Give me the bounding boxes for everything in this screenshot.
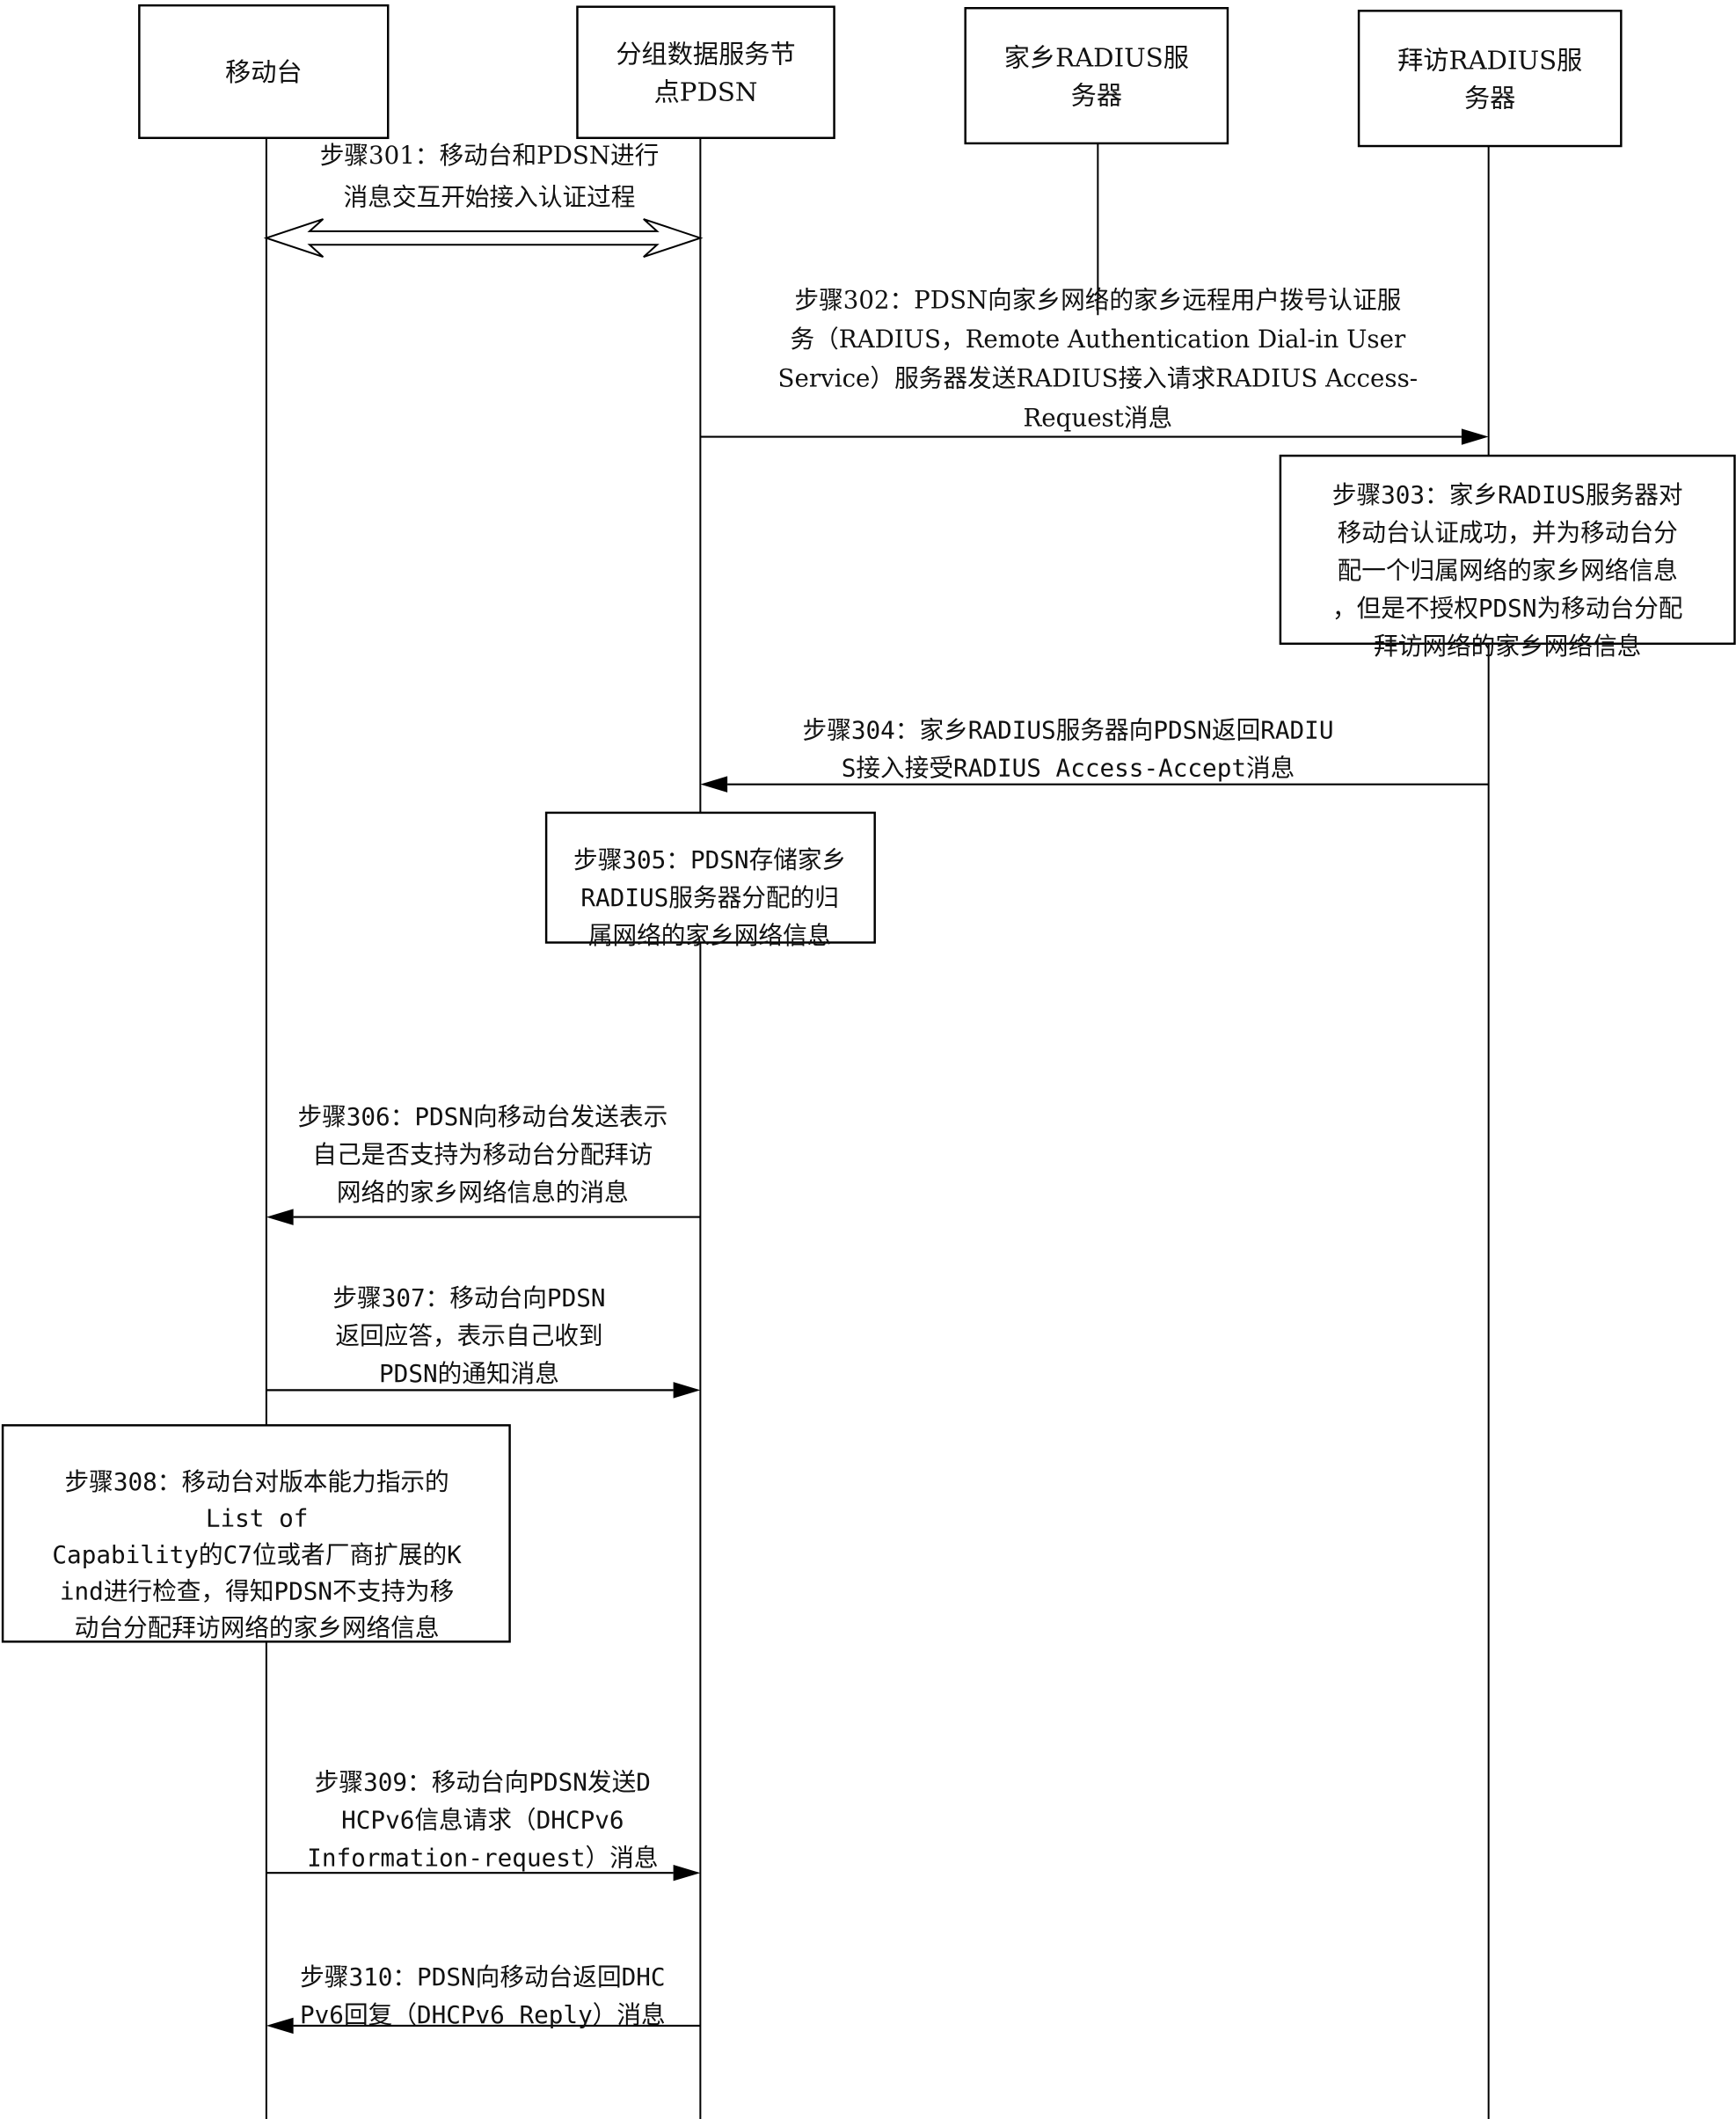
actor-label: 务器: [1071, 80, 1122, 110]
step-label: List of: [206, 1504, 309, 1533]
actor-label: 移动台: [225, 57, 303, 87]
step-label: Service）服务器发送RADIUS接入请求RADIUS Access-: [778, 364, 1419, 393]
step-label: 步骤309：移动台向PDSN发送D: [315, 1767, 651, 1796]
actor-box: [576, 5, 835, 140]
step-label: HCPv6信息请求（DHCPv6: [341, 1805, 624, 1834]
step-label: RADIUS服务器分配的归: [580, 883, 839, 912]
step-label: 步骤304：家乡RADIUS服务器向PDSN返回RADIU: [803, 715, 1334, 744]
step-label: 务（RADIUS，Remote Authentication Dial-in U…: [790, 325, 1406, 354]
step-label: 拜访网络的家乡网络信息: [1374, 632, 1641, 661]
actor-pdsn: 分组数据服务节点PDSN: [576, 5, 835, 140]
step-label: 网络的家乡网络信息的消息: [337, 1178, 629, 1207]
note-box: [1, 1424, 511, 1643]
actor-home: 家乡RADIUS服务器: [964, 6, 1229, 145]
step-label: PDSN的通知消息: [379, 1359, 559, 1388]
step-label: 步骤302：PDSN向家乡网络的家乡远程用户拨号认证服: [794, 286, 1401, 315]
actor-label: 拜访RADIUS服: [1397, 45, 1582, 75]
step-label: 返回应答，表示自己收到: [335, 1321, 602, 1350]
step-label: 步骤306：PDSN向移动台发送表示: [297, 1102, 667, 1131]
step-label: Pv6回复（DHCPv6 Reply）消息: [300, 2000, 666, 2029]
step-label: 移动台认证成功，并为移动台分: [1338, 518, 1678, 547]
step-label: S接入接受RADIUS Access-Accept消息: [842, 753, 1295, 782]
canvas-background: [0, 0, 1736, 2119]
step-label: Capability的C7位或者厂商扩展的K: [52, 1540, 462, 1569]
step-label: Request消息: [1024, 403, 1173, 432]
step-label: ，但是不授权PDSN为移动台分配: [1332, 594, 1682, 623]
note-step-303: 步骤303：家乡RADIUS服务器对移动台认证成功，并为移动台分配一个归属网络的…: [1279, 454, 1736, 661]
actor-label: 家乡RADIUS服: [1004, 42, 1189, 72]
step-label: 步骤307：移动台向PDSN: [332, 1283, 605, 1312]
actor-box: [964, 6, 1229, 145]
actor-ms: 移动台: [138, 4, 390, 140]
step-label: 自己是否支持为移动台分配拜访: [312, 1140, 653, 1169]
actor-label: 分组数据服务节: [616, 39, 795, 69]
step-label: 消息交互开始接入认证过程: [344, 183, 636, 212]
step-label: ind进行检查，得知PDSN不支持为移: [60, 1577, 454, 1606]
step-label: 步骤310：PDSN向移动台返回DHC: [300, 1962, 665, 1991]
step-label: 步骤303：家乡RADIUS服务器对: [1332, 480, 1683, 509]
step-label: 配一个归属网络的家乡网络信息: [1338, 556, 1678, 585]
step-label: 步骤305：PDSN存储家乡: [573, 845, 846, 874]
step-label: 步骤301：移动台和PDSN进行: [320, 141, 660, 170]
actor-visited: 拜访RADIUS服务器: [1357, 10, 1623, 148]
sequence-diagram: 步骤301：移动台和PDSN进行消息交互开始接入认证过程步骤302：PDSN向家…: [0, 0, 1736, 2119]
step-label: 步骤308：移动台对版本能力指示的: [65, 1467, 449, 1496]
step-label: Information-request）消息: [307, 1844, 658, 1873]
actor-label: 务器: [1464, 83, 1515, 113]
step-label: 动台分配拜访网络的家乡网络信息: [75, 1613, 440, 1642]
note-step-308: 步骤308：移动台对版本能力指示的 List of Capability的C7位或者…: [1, 1424, 511, 1643]
step-label: 属网络的家乡网络信息: [588, 921, 832, 950]
actor-label: 点PDSN: [654, 77, 758, 107]
actor-box: [1357, 10, 1623, 148]
note-step-305: 步骤305：PDSN存储家乡 RADIUS服务器分配的归属网络的家乡网络信息: [544, 811, 876, 950]
